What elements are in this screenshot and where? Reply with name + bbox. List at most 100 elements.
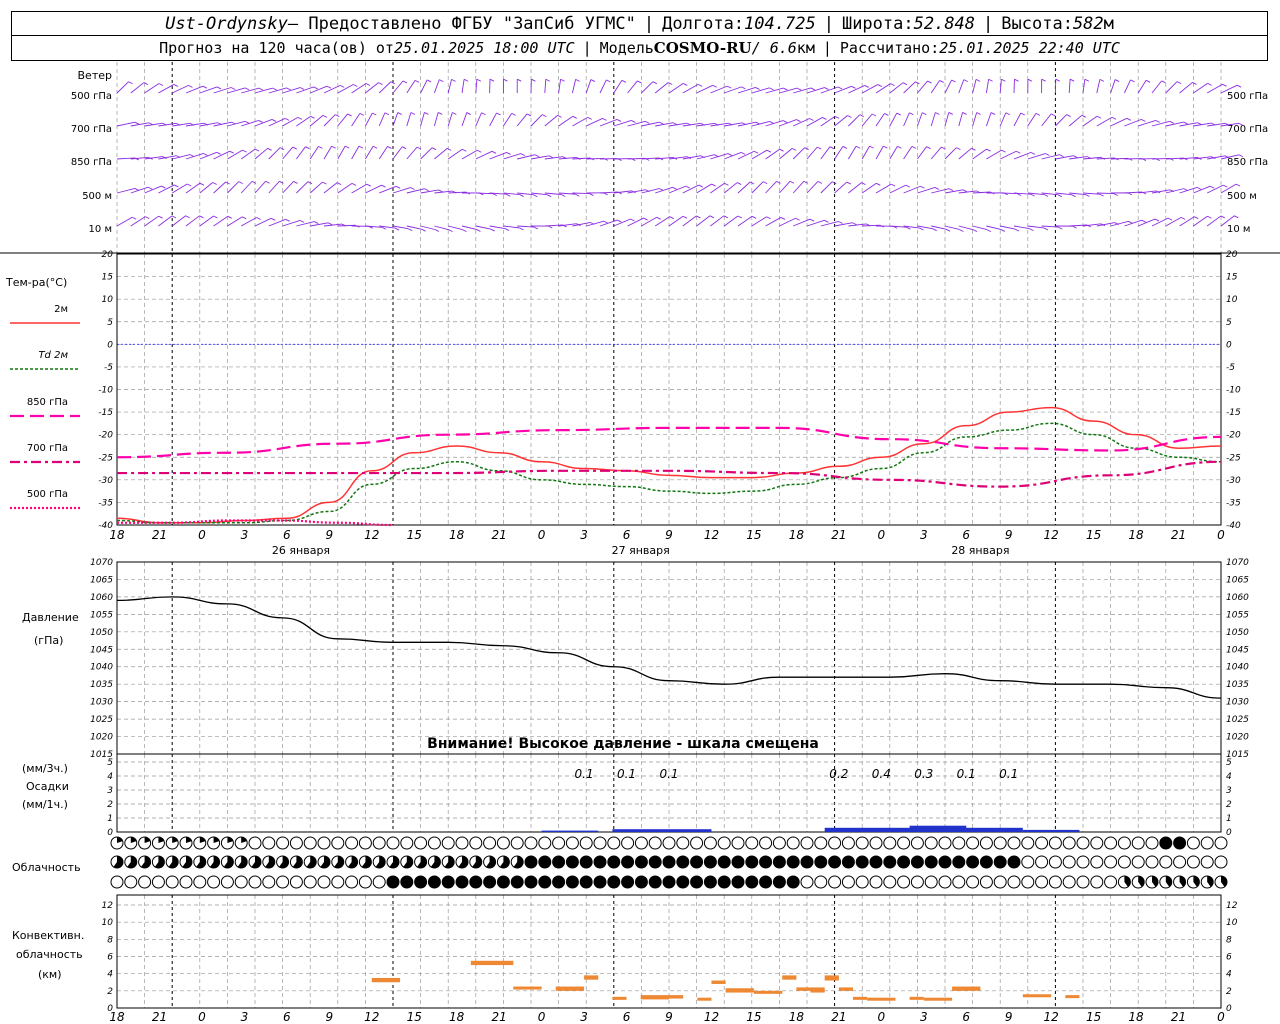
cloud-circle <box>979 836 993 850</box>
precip-tick-label: 5 <box>107 758 113 768</box>
cloud-circle <box>1090 836 1104 850</box>
wind-level-label: 10 м <box>89 224 112 235</box>
temp-tick-label-right: -30 <box>1226 476 1241 486</box>
cloud-circle <box>897 836 911 850</box>
cloud-circle <box>593 836 607 850</box>
wind-barb-flag <box>256 217 261 220</box>
wind-barb-flag <box>292 146 297 150</box>
wind-barb-flag <box>606 79 611 83</box>
x-tick-label-bottom: 9 <box>665 1010 673 1024</box>
wind-barb-flag <box>902 82 908 86</box>
wind-barb-flag <box>1183 121 1188 125</box>
wind-level-label: 700 гПа <box>71 124 112 135</box>
wind-barb <box>378 146 388 160</box>
x-tick-label-temp: 21 <box>152 528 167 542</box>
cloud-circle <box>910 836 924 850</box>
wind-barb-flag <box>1014 78 1019 82</box>
cloud-cover-symbol <box>703 836 717 850</box>
cloud-circle <box>1007 855 1021 869</box>
wind-barb-flag <box>927 80 932 84</box>
cloud-cover-symbol <box>966 855 980 869</box>
x-tick-label-temp: 21 <box>492 528 507 542</box>
pres-tick-label: 1065 <box>90 575 113 585</box>
wind-barb <box>392 146 403 160</box>
cloud-cover-symbol <box>110 855 124 869</box>
cloud-cover-symbol <box>124 855 138 869</box>
cloud-cover-symbol <box>648 875 662 889</box>
pres-tick-label: 1035 <box>90 680 113 690</box>
cloud-circle <box>1186 836 1200 850</box>
wind-barb <box>875 145 884 160</box>
wind-barb <box>985 79 990 94</box>
cloud-cover-symbol <box>993 836 1007 850</box>
cloud-cover-symbol <box>124 836 138 850</box>
cloud-cover-symbol <box>731 855 745 869</box>
wind-barb <box>447 148 463 160</box>
cloud-circle <box>800 836 814 850</box>
cloud-circle <box>869 836 883 850</box>
cloud-circle <box>676 875 690 889</box>
pres-tick-label-right: 1045 <box>1226 645 1249 655</box>
wind-barb <box>434 148 448 160</box>
x-tick-label-bottom: 0 <box>877 1010 885 1024</box>
wind-barb <box>379 185 397 194</box>
wind-barb <box>1110 79 1116 94</box>
conv-cloud-bar <box>640 995 669 1000</box>
cloud-cover-symbol <box>496 875 510 889</box>
pres-tick-label: 1055 <box>90 610 113 620</box>
conv-cloud-bar <box>838 987 853 991</box>
wind-barb-flag <box>824 87 829 90</box>
wind-barb <box>1013 151 1032 160</box>
wind-barb-flag <box>186 183 192 187</box>
cloud-circle <box>1131 855 1145 869</box>
wind-barb <box>793 218 811 227</box>
cloud-cover-symbol <box>386 836 400 850</box>
wind-barb-flag <box>911 146 917 149</box>
conv-cloud-bar <box>867 997 896 1001</box>
cloud-circle <box>441 836 455 850</box>
cloud-cover-symbol <box>165 875 179 889</box>
cloud-circle <box>621 836 635 850</box>
wind-barb-flag <box>945 228 951 232</box>
wind-barb <box>834 181 848 194</box>
wind-barb <box>737 215 753 227</box>
cloud-circle <box>759 855 773 869</box>
cloud-cover-symbol <box>165 836 179 850</box>
x-tick-label-temp: 15 <box>407 528 422 542</box>
wind-barb-flag <box>683 83 688 86</box>
cloud-circle <box>1214 855 1228 869</box>
wind-barb-flag <box>414 79 420 83</box>
cloud-cover-symbol <box>634 875 648 889</box>
cloud-cover-symbol <box>1131 855 1145 869</box>
wind-barb-flag <box>216 151 221 155</box>
wind-barb-flag <box>976 112 981 115</box>
temp-tick-label: -35 <box>98 498 113 508</box>
wind-barb-flag <box>503 78 508 82</box>
x-tick-label-bottom: 0 <box>198 1010 206 1024</box>
cloud-cover-symbol <box>234 855 248 869</box>
x-tick-label-temp: 6 <box>283 528 291 542</box>
cloud-circle <box>1035 875 1049 889</box>
conv-tick-label: 12 <box>102 901 114 911</box>
wind-barb-flag <box>890 183 896 187</box>
wind-barb <box>433 112 439 127</box>
cloud-cover-symbol <box>1104 855 1118 869</box>
cloud-circle <box>828 836 842 850</box>
pres-tick-label: 1030 <box>90 698 113 708</box>
wind-barb <box>461 149 478 160</box>
x-tick-label-bottom: 0 <box>1217 1010 1225 1024</box>
cloud-cover-symbol <box>248 836 262 850</box>
wind-barb-flag <box>212 182 217 185</box>
x-tick-label-bottom: 3 <box>920 1010 928 1024</box>
pres-tick-label: 1060 <box>90 593 113 603</box>
wind-barb-flag <box>279 147 285 151</box>
wind-barb-flag <box>545 78 551 82</box>
wind-barb-flag <box>271 119 277 122</box>
cloud-cover-symbol <box>1186 855 1200 869</box>
cloud-cover-symbol <box>483 836 497 850</box>
wind-barb-flag <box>975 79 981 82</box>
cloud-circle <box>524 855 538 869</box>
wind-barb <box>875 113 885 127</box>
x-tick-label-bottom: 0 <box>538 1010 546 1024</box>
cloud-cover-symbol <box>731 836 745 850</box>
